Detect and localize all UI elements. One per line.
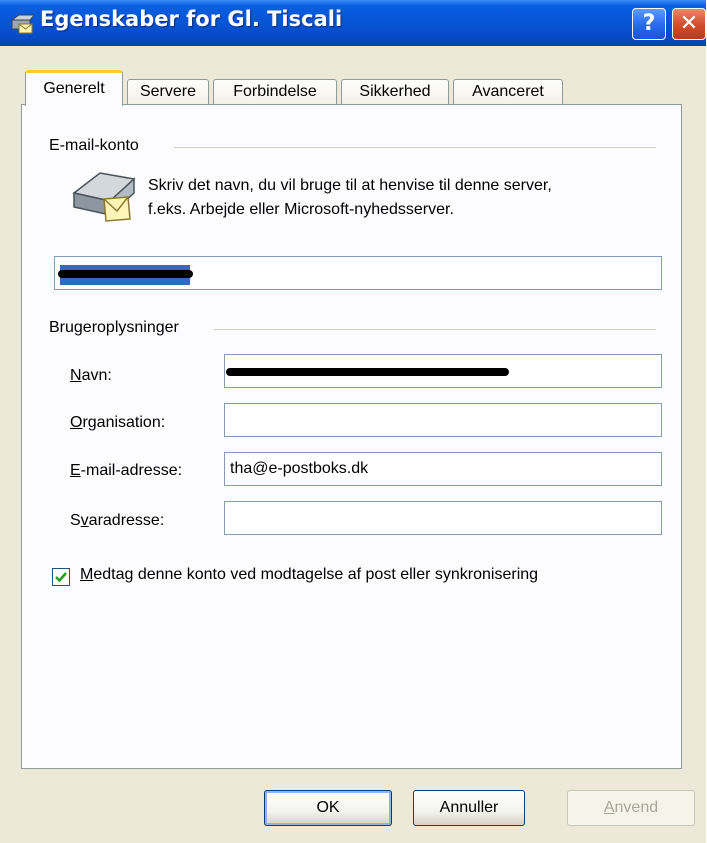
organisation-input[interactable] bbox=[224, 403, 662, 437]
close-button[interactable]: ✕ bbox=[672, 8, 706, 40]
user-info-group-label: Brugeroplysninger bbox=[49, 319, 179, 336]
reply-address-input[interactable] bbox=[224, 501, 662, 535]
mail-server-icon bbox=[72, 172, 136, 222]
email-address-input[interactable]: tha@e-postboks.dk bbox=[224, 452, 662, 486]
apply-button[interactable]: Anvend bbox=[567, 790, 695, 826]
include-account-label[interactable]: Medtag denne konto ved modtagelse af pos… bbox=[80, 566, 538, 584]
help-button[interactable]: ? bbox=[632, 8, 666, 40]
tab-forbindelse[interactable]: Forbindelse bbox=[213, 79, 337, 105]
name-label: Navn: bbox=[70, 367, 112, 384]
title-bar[interactable]: Egenskaber for Gl. Tiscali ? ✕ bbox=[0, 0, 706, 46]
email-account-description: Skriv det navn, du vil bruge til at henv… bbox=[148, 177, 552, 218]
reply-address-label: Svaradresse: bbox=[70, 512, 165, 529]
email-address-label: E-mail-adresse: bbox=[70, 462, 183, 479]
organisation-label: Organisation: bbox=[70, 414, 166, 431]
tab-avanceret[interactable]: Avanceret bbox=[453, 79, 563, 105]
group-divider bbox=[174, 147, 656, 148]
dialog-title: Egenskaber for Gl. Tiscali bbox=[40, 7, 343, 31]
redaction-mark bbox=[226, 368, 509, 376]
tab-servere[interactable]: Servere bbox=[127, 79, 209, 105]
properties-dialog: Egenskaber for Gl. Tiscali ? ✕ Generelt … bbox=[0, 0, 706, 843]
mail-account-icon bbox=[10, 14, 34, 34]
cancel-button[interactable]: Annuller bbox=[413, 790, 525, 826]
ok-button[interactable]: OK bbox=[264, 790, 392, 826]
tab-generelt[interactable]: Generelt bbox=[25, 70, 123, 106]
include-account-checkbox[interactable] bbox=[52, 568, 70, 586]
redaction-mark bbox=[58, 270, 193, 278]
group-divider bbox=[214, 329, 656, 330]
checkmark-icon bbox=[55, 572, 67, 583]
email-account-group-label: E-mail-konto bbox=[49, 137, 139, 154]
tab-sikkerhed[interactable]: Sikkerhed bbox=[341, 79, 449, 105]
